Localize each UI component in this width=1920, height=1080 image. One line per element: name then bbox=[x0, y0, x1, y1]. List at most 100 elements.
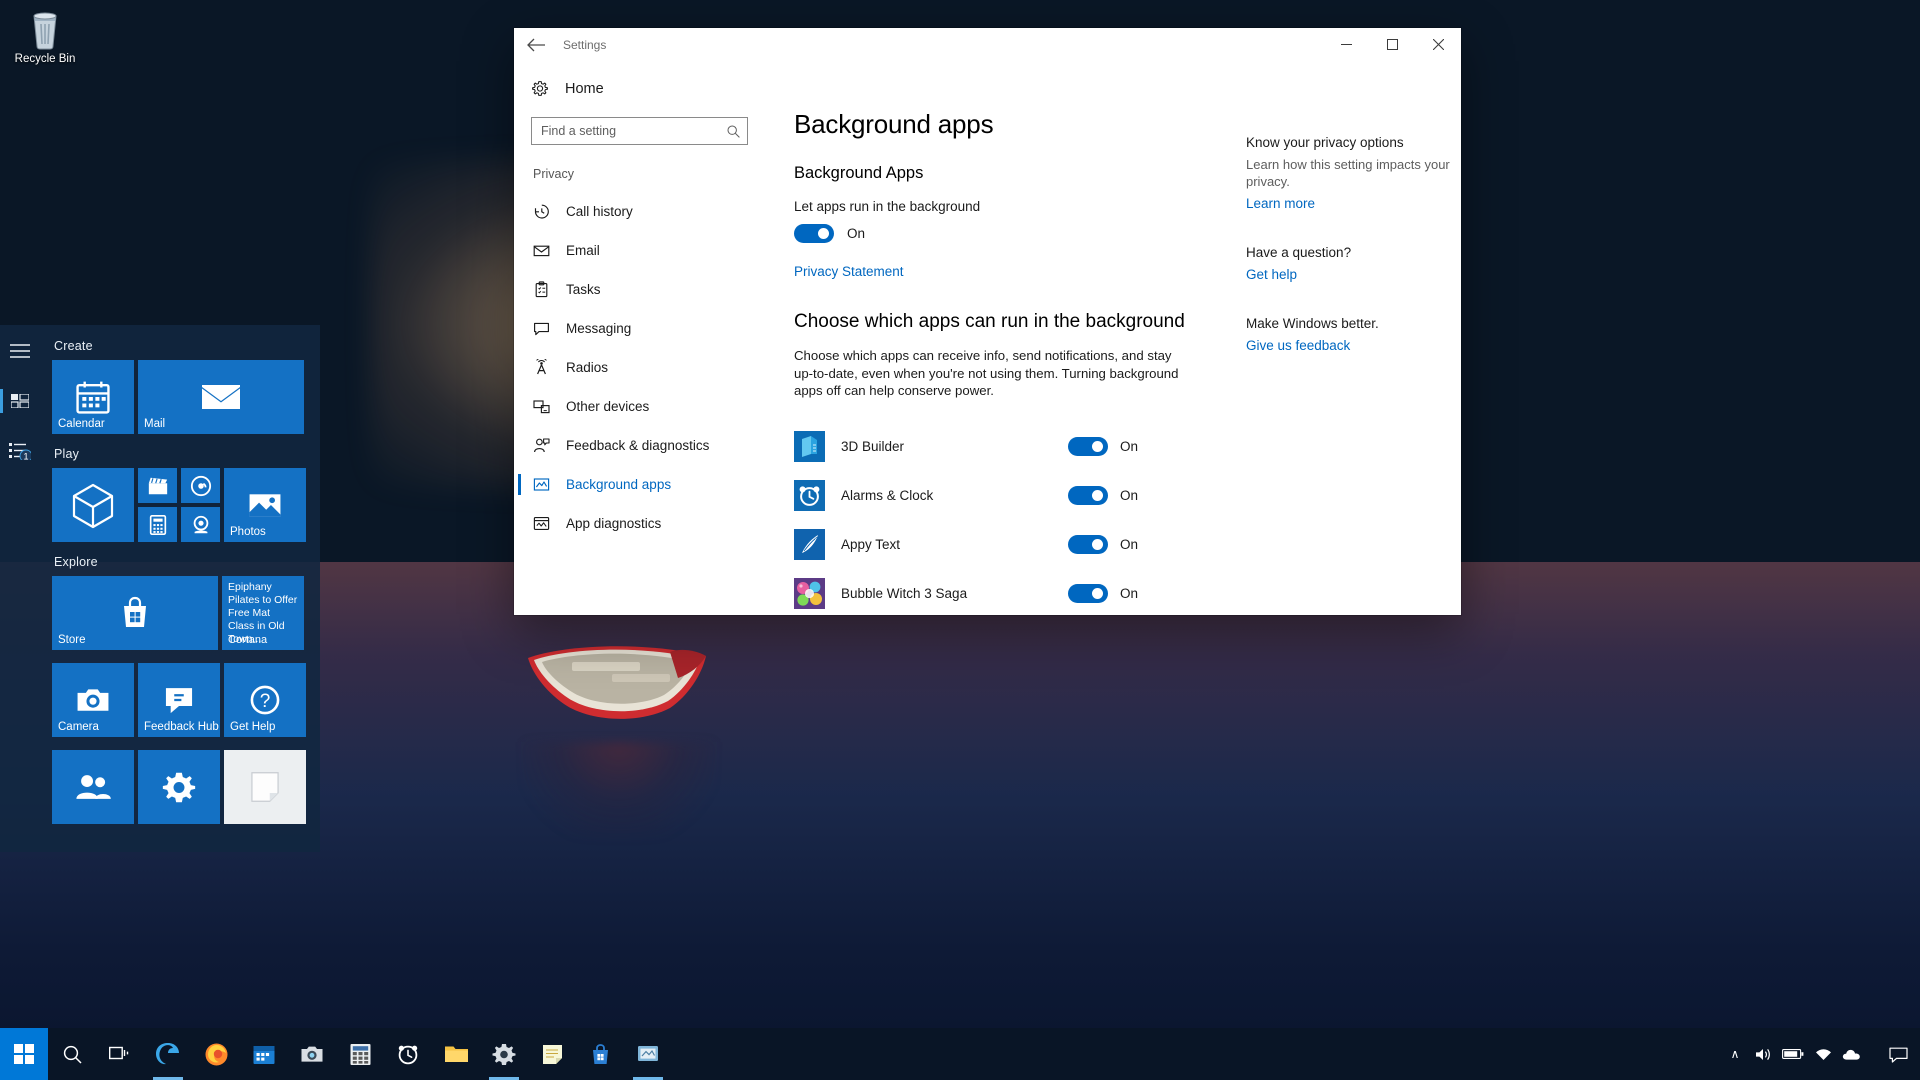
tile-settings[interactable] bbox=[138, 750, 220, 824]
sidebar-category-label: Privacy bbox=[533, 167, 574, 181]
app-toggle[interactable] bbox=[1068, 485, 1108, 505]
task-view-button[interactable] bbox=[96, 1028, 144, 1080]
taskbar-app-calculator[interactable] bbox=[336, 1028, 384, 1080]
table-row[interactable]: 3D Builder On bbox=[794, 422, 1186, 471]
hamburger-icon[interactable] bbox=[6, 337, 34, 365]
section-title: Background Apps bbox=[794, 164, 924, 182]
window-controls bbox=[1323, 28, 1461, 60]
app-toggle[interactable] bbox=[1068, 534, 1108, 554]
table-row[interactable]: Bubble Witch 3 Saga On bbox=[794, 569, 1186, 616]
tile-calendar[interactable]: Calendar bbox=[52, 360, 134, 434]
sidebar-item-radios[interactable]: Radios bbox=[514, 348, 766, 387]
taskbar-app-sticky-notes[interactable] bbox=[528, 1028, 576, 1080]
sidebar-item-feedback-diagnostics[interactable]: Feedback & diagnostics bbox=[514, 426, 766, 465]
tasks-clipboard-icon bbox=[533, 281, 550, 298]
tile-groove-music[interactable] bbox=[181, 468, 220, 503]
search-input[interactable] bbox=[541, 124, 727, 138]
tiles-icon[interactable] bbox=[0, 387, 34, 415]
recycle-bin-icon bbox=[33, 12, 57, 50]
app-toggle[interactable] bbox=[1068, 436, 1108, 456]
calendar-icon bbox=[76, 381, 110, 414]
tile-calculator[interactable] bbox=[138, 507, 177, 542]
camera-taskbar-icon bbox=[301, 1046, 323, 1062]
get-help-link[interactable]: Get help bbox=[1246, 267, 1297, 282]
sidebar-item-home[interactable]: Home bbox=[514, 74, 766, 104]
movies-clapper-icon bbox=[148, 477, 167, 494]
start-button[interactable] bbox=[0, 1028, 48, 1080]
tile-photos[interactable]: Photos bbox=[224, 468, 306, 542]
taskbar-app-camera[interactable] bbox=[288, 1028, 336, 1080]
close-button[interactable] bbox=[1415, 28, 1461, 60]
search-button[interactable] bbox=[48, 1028, 96, 1080]
app-toggle-wrap: On bbox=[1068, 436, 1186, 456]
tile-feedback-hub[interactable]: Feedback Hub bbox=[138, 663, 220, 737]
main-column: Background apps Background Apps Let apps… bbox=[794, 109, 1186, 615]
photos-icon bbox=[249, 494, 281, 517]
groove-music-icon bbox=[190, 475, 211, 496]
camera-webcam-icon bbox=[193, 515, 208, 533]
app-toggle-state: On bbox=[1120, 487, 1139, 503]
edge-icon bbox=[156, 1043, 179, 1065]
give-feedback-link[interactable]: Give us feedback bbox=[1246, 338, 1350, 353]
task-list-icon[interactable]: 1 bbox=[6, 437, 34, 465]
tile-people[interactable] bbox=[52, 750, 134, 824]
taskbar-app-firefox[interactable] bbox=[192, 1028, 240, 1080]
tile-mail[interactable]: Mail bbox=[138, 360, 304, 434]
window-titlebar[interactable]: Settings bbox=[514, 28, 1461, 61]
minimize-button[interactable] bbox=[1323, 28, 1369, 60]
privacy-statement-link[interactable]: Privacy Statement bbox=[794, 264, 904, 279]
tray-chevron-icon[interactable]: ∧ bbox=[1722, 1028, 1748, 1080]
tile-camera[interactable]: Camera bbox=[52, 663, 134, 737]
taskbar-app-calendar[interactable] bbox=[240, 1028, 288, 1080]
sidebar-item-app-diagnostics[interactable]: App diagnostics bbox=[514, 504, 766, 543]
tile-movies[interactable] bbox=[138, 468, 177, 503]
settings-window[interactable]: Settings Home Find a setting Privacy Cal… bbox=[514, 28, 1461, 615]
search-container bbox=[514, 117, 766, 145]
settings-taskbar-icon bbox=[492, 1044, 516, 1065]
learn-more-link[interactable]: Learn more bbox=[1246, 196, 1315, 211]
taskbar-app-store[interactable] bbox=[576, 1028, 624, 1080]
tile-cortana-news[interactable]: Epiphany Pilates to Offer Free Mat Class… bbox=[222, 576, 304, 650]
tile-row-explore: Store Epiphany Pilates to Offer Free Mat… bbox=[52, 576, 306, 650]
taskbar[interactable]: ∧ bbox=[0, 1028, 1920, 1080]
desktop-icon-recycle-bin[interactable]: Recycle Bin bbox=[8, 8, 82, 65]
sidebar-item-label: Tasks bbox=[566, 282, 601, 297]
clock[interactable] bbox=[1867, 1028, 1883, 1080]
sidebar-item-call-history[interactable]: Call history bbox=[514, 192, 766, 231]
firefox-icon bbox=[205, 1043, 227, 1065]
feedback-hub-icon bbox=[165, 688, 193, 714]
table-row[interactable]: Alarms & Clock On bbox=[794, 471, 1186, 520]
sidebar-item-messaging[interactable]: Messaging bbox=[514, 309, 766, 348]
app-toggle-wrap: On bbox=[1068, 583, 1186, 603]
network-icon[interactable] bbox=[1810, 1028, 1836, 1080]
sidebar-item-background-apps[interactable]: Background apps bbox=[514, 465, 766, 504]
tile-camera-webcam[interactable] bbox=[181, 507, 220, 542]
table-row[interactable]: Appy Text On bbox=[794, 520, 1186, 569]
onedrive-icon[interactable] bbox=[1838, 1028, 1865, 1080]
tile-store[interactable]: Store bbox=[52, 576, 218, 650]
start-menu[interactable]: 1 Create Calendar Mail Play Photos Explo… bbox=[0, 325, 320, 852]
taskbar-app-settings[interactable] bbox=[480, 1028, 528, 1080]
taskbar-app-edge[interactable] bbox=[144, 1028, 192, 1080]
back-button[interactable] bbox=[514, 29, 558, 61]
search-box[interactable] bbox=[531, 117, 748, 145]
taskbar-app-snip[interactable] bbox=[624, 1028, 672, 1080]
sidebar-item-label: Email bbox=[566, 243, 600, 258]
tile-sticky-notes[interactable] bbox=[224, 750, 306, 824]
toggle-knob bbox=[818, 228, 829, 239]
tile-get-help[interactable]: ? Get Help bbox=[224, 663, 306, 737]
let-apps-run-toggle[interactable] bbox=[794, 224, 834, 243]
maximize-button[interactable] bbox=[1369, 28, 1415, 60]
settings-body: Home Privacy bbox=[514, 61, 1461, 615]
sidebar-item-other-devices[interactable]: Other devices bbox=[514, 387, 766, 426]
battery-icon[interactable] bbox=[1778, 1028, 1808, 1080]
app-toggle[interactable] bbox=[1068, 583, 1108, 603]
action-center-icon[interactable] bbox=[1885, 1028, 1912, 1080]
tile-3d-builder[interactable] bbox=[52, 468, 134, 542]
sidebar-item-tasks[interactable]: Tasks bbox=[514, 270, 766, 309]
sidebar-item-email[interactable]: Email bbox=[514, 231, 766, 270]
volume-icon[interactable] bbox=[1750, 1028, 1776, 1080]
taskbar-app-alarms[interactable] bbox=[384, 1028, 432, 1080]
taskbar-app-file-explorer[interactable] bbox=[432, 1028, 480, 1080]
tile-label: Store bbox=[58, 634, 86, 646]
